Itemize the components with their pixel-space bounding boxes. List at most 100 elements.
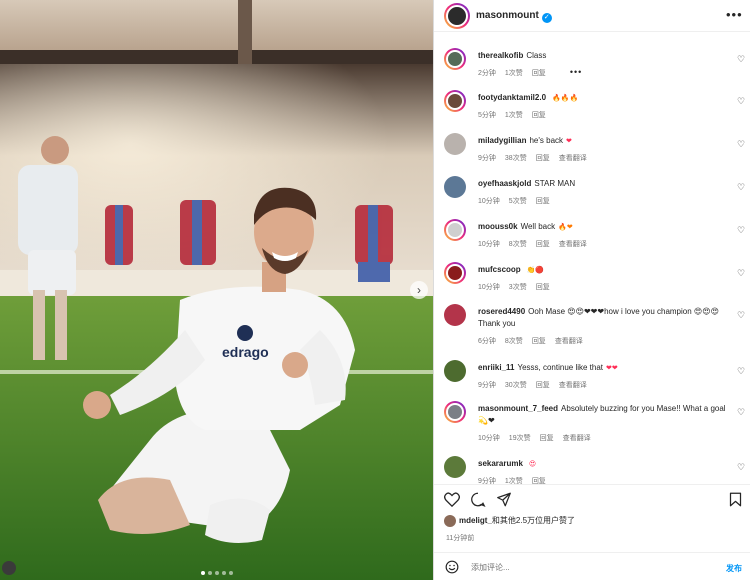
post-photo[interactable]: edrago › [0,0,433,580]
see-translation-link[interactable]: 查看翻译 [559,241,587,248]
comment-like-heart-icon[interactable]: ♡ [737,407,745,418]
comment-like-count[interactable]: 3次赞 [509,284,527,291]
owner-username-row: masonmount ✓ [476,10,552,23]
comment-like-heart-icon[interactable]: ♡ [737,225,745,236]
comment-emoji: 🔥🔥🔥 [552,95,579,102]
tagged-user-icon[interactable] [2,561,16,575]
carousel-dot [228,571,233,575]
comment-username[interactable]: masonmount_7_feed [478,404,558,413]
reply-button[interactable]: 回复 [536,198,550,205]
comment-username[interactable]: oyefhaaskjold [478,179,531,188]
comment-like-heart-icon[interactable]: ♡ [737,139,745,150]
comment-like-count[interactable]: 19次赞 [509,435,531,442]
comment-meta: 10分钟 8次赞 回复 查看翻译 [478,237,733,251]
comment-username[interactable]: rosered4490 [478,307,525,316]
comment-like-count[interactable]: 8次赞 [509,241,527,248]
comment-input[interactable] [471,559,711,575]
comment-like-count[interactable]: 5次赞 [509,198,527,205]
comment-body: sekararumk 😍 9分钟 1次赞 回复 [478,458,733,484]
carousel-dot [200,571,205,575]
comment-meta: 10分钟 3次赞 回复 [478,280,733,294]
football-celebration-photo: edrago [0,0,433,580]
comment-like-count[interactable]: 38次赞 [505,155,527,162]
likes-summary[interactable]: mdeligt_和其他2.5万位用户赞了 [444,515,575,531]
reply-button[interactable]: 回复 [536,155,550,162]
comment-list[interactable]: therealkofib Class 2分钟 1次赞 回复 ••• ♡ footydankta… [434,32,750,484]
comment-like-count[interactable]: 1次赞 [505,70,523,77]
owner-avatar[interactable] [444,3,470,29]
see-translation-link[interactable]: 查看翻译 [555,338,583,345]
comment-username[interactable]: enriiki_11 [478,363,514,372]
comment-meta: 9分钟 30次赞 回复 查看翻译 [478,378,733,392]
carousel-dot [207,571,212,575]
commenter-avatar[interactable] [444,401,466,423]
reply-button[interactable]: 回复 [532,112,546,119]
reply-button[interactable]: 回复 [532,338,546,345]
heart-icon[interactable] [444,492,460,512]
comment-icon[interactable] [470,492,486,512]
see-translation-link[interactable]: 查看翻译 [559,155,587,162]
comment-meta: 10分钟 19次赞 回复 查看翻译 [478,431,733,445]
comment-time: 6分钟 [478,338,496,345]
commenter-avatar[interactable] [444,219,466,241]
share-icon[interactable] [496,492,512,512]
reply-button[interactable]: 回复 [536,382,550,389]
more-options-icon[interactable]: ••• [726,7,743,22]
comment-body: footydanktamil2.0 🔥🔥🔥 5分钟 1次赞 回复 [478,92,733,122]
comment-like-count[interactable]: 30次赞 [505,382,527,389]
comment-emoji: ❤ [566,138,572,145]
commenter-avatar[interactable] [444,360,466,382]
commenter-avatar[interactable] [444,176,466,198]
reply-button[interactable]: 回复 [532,70,546,77]
comment-meta: 2分钟 1次赞 回复 ••• [478,66,733,80]
comment-like-count[interactable]: 8次赞 [505,338,523,345]
comment-username[interactable]: moouss0k [478,222,518,231]
comment-body: enriiki_11 Yesss, continue like that ❤❤ 9分钟… [478,362,733,392]
commenter-avatar[interactable] [444,133,466,155]
comment-text: Well back [520,222,556,231]
comment-text-line: oyefhaaskjold STAR MAN [478,178,733,191]
see-translation-link[interactable]: 查看翻译 [559,382,587,389]
see-translation-link[interactable]: 查看翻译 [563,435,591,442]
comment-body: moouss0k Well back 🔥❤ 10分钟 8次赞 回复 查看翻译 [478,221,733,251]
comment-meta: 9分钟 1次赞 回复 [478,474,733,484]
carousel-next-button[interactable]: › [410,281,428,299]
commenter-avatar[interactable] [444,262,466,284]
comment-username[interactable]: sekararumk [478,459,523,468]
comment-like-heart-icon[interactable]: ♡ [737,54,745,65]
post-side-panel: masonmount ✓ ••• therealkofib Class 2分钟 1次赞回… [433,0,750,580]
commenter-avatar[interactable] [444,456,466,478]
comment-text-line: mufcscoop 👏🔴 [478,264,733,277]
comment-emoji: 🔥❤ [558,224,573,231]
comment-time: 10分钟 [478,241,500,248]
comment-time: 5分钟 [478,112,496,119]
reply-button[interactable]: 回复 [536,284,550,291]
comment-like-heart-icon[interactable]: ♡ [737,268,745,279]
comment-like-heart-icon[interactable]: ♡ [737,462,745,473]
reply-button[interactable]: 回复 [536,241,550,248]
comment-text: STAR MAN [534,179,576,188]
post-comment-button[interactable]: 发布 [726,563,742,574]
first-liker[interactable]: mdeligt_ [459,516,492,525]
comment-like-heart-icon[interactable]: ♡ [737,182,745,193]
comment-username[interactable]: mufcscoop [478,265,521,274]
smile-icon[interactable] [445,560,459,579]
bookmark-icon[interactable] [729,492,742,512]
owner-username[interactable]: masonmount [476,10,539,21]
comment-text: Class [526,51,547,60]
commenter-avatar[interactable] [444,90,466,112]
comment-like-heart-icon[interactable]: ♡ [737,366,745,377]
reply-button[interactable]: 回复 [540,435,554,442]
post-actions [434,484,750,512]
comment-text-line: masonmount_7_feed Absolutely buzzing for … [478,403,733,428]
comment-like-heart-icon[interactable]: ♡ [737,96,745,107]
shirt-sponsor: edrago [222,344,269,360]
comment-like-count[interactable]: 1次赞 [505,112,523,119]
comment-username[interactable]: footydanktamil2.0 [478,93,546,102]
commenter-avatar[interactable] [444,48,466,70]
comment-like-heart-icon[interactable]: ♡ [737,310,745,321]
comment-username[interactable]: therealkofib [478,51,523,60]
comment-username[interactable]: miladygillian [478,136,526,145]
comment-more-icon[interactable]: ••• [570,67,582,77]
commenter-avatar[interactable] [444,304,466,326]
